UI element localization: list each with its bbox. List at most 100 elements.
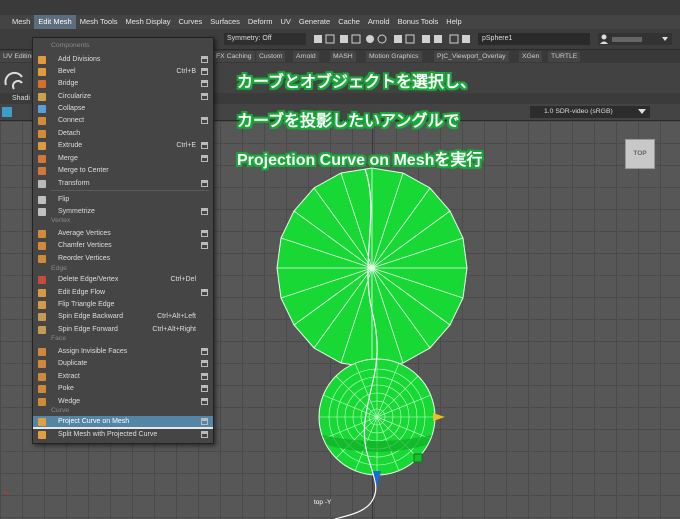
title-strip (0, 0, 680, 15)
option-box-icon[interactable] (201, 373, 208, 380)
option-box-icon[interactable] (201, 93, 208, 100)
menu-item-edit-edge-flow[interactable]: Edit Edge Flow (33, 287, 213, 299)
menu-item-assign-invisible-faces[interactable]: Assign Invisible Faces (33, 346, 213, 358)
option-box-icon[interactable] (201, 208, 208, 215)
menu-item-label: Chamfer Vertices (58, 242, 112, 249)
option-box-icon[interactable] (201, 431, 208, 438)
shelf-tab-turtle[interactable]: TURTLE (548, 51, 581, 62)
menu-item-bridge[interactable]: Bridge (33, 78, 213, 90)
option-box-icon[interactable] (201, 155, 208, 162)
menu-item-shortcut: Ctrl+Alt+Left (157, 313, 196, 320)
menu-item-flip-triangle-edge[interactable]: Flip Triangle Edge (33, 299, 213, 311)
option-box-icon[interactable] (201, 180, 208, 187)
menu-mesh[interactable]: Mesh (8, 15, 34, 29)
shelf-tab-arnold[interactable]: Arnold (293, 51, 319, 62)
menu-bonus-tools[interactable]: Bonus Tools (394, 15, 443, 29)
option-box-icon[interactable] (201, 230, 208, 237)
menu-item-icon (38, 276, 46, 284)
menu-item-merge[interactable]: Merge (33, 153, 213, 165)
menu-item-bevel[interactable]: Bevel Ctrl+B (33, 66, 213, 78)
view-cube[interactable]: TOP (625, 139, 655, 169)
menu-uv[interactable]: UV (276, 15, 294, 29)
viewport-menu-shading[interactable]: Shadi (12, 93, 30, 104)
menu-item-transform[interactable]: Transform (33, 178, 213, 190)
menu-item-icon (38, 326, 46, 334)
viewport-tool-icon[interactable] (2, 107, 12, 117)
menu-item-add-divisions[interactable]: Add Divisions (33, 54, 213, 66)
menu-item-label: Merge to Center (58, 167, 109, 174)
menu-item-average-vertices[interactable]: Average Vertices (33, 228, 213, 240)
menu-item-duplicate[interactable]: Duplicate (33, 358, 213, 370)
menu-cache[interactable]: Cache (334, 15, 364, 29)
menu-item-icon (38, 385, 46, 393)
menu-mesh-display[interactable]: Mesh Display (122, 15, 175, 29)
menu-item-split-mesh-with-projected-curve[interactable]: Split Mesh with Projected Curve (33, 429, 213, 441)
menu-item-label: Merge (58, 155, 78, 162)
menu-curves[interactable]: Curves (175, 15, 207, 29)
symmetry-dropdown[interactable]: Symmetry: Off (224, 33, 306, 45)
menu-item-label: Connect (58, 117, 85, 124)
option-box-icon[interactable] (201, 142, 208, 149)
menu-edit-mesh[interactable]: Edit Mesh (34, 15, 76, 29)
option-box-icon[interactable] (201, 418, 208, 425)
menu-item-extrude[interactable]: Extrude Ctrl+E (33, 140, 213, 152)
snap-icons (314, 34, 474, 46)
menu-item-delete-edge-vertex[interactable]: Delete Edge/Vertex Ctrl+Del (33, 274, 213, 286)
flat-disc-mesh (276, 167, 468, 369)
menu-item-icon (38, 431, 46, 439)
menu-item-label: Split Mesh with Projected Curve (58, 431, 158, 438)
menu-surfaces[interactable]: Surfaces (206, 15, 244, 29)
option-box-icon[interactable] (201, 80, 208, 87)
menu-item-icon (38, 80, 46, 88)
option-box-icon[interactable] (201, 289, 208, 296)
shelf-tab-fx-caching[interactable]: FX Caching (213, 51, 255, 62)
menu-item-icon (38, 418, 46, 426)
menu-arnold[interactable]: Arnold (364, 15, 394, 29)
menu-generate[interactable]: Generate (295, 15, 334, 29)
option-box-icon[interactable] (201, 56, 208, 63)
menu-divider (51, 190, 209, 191)
menu-item-detach[interactable]: Detach (33, 128, 213, 140)
color-space-dropdown[interactable]: 1.0 SDR-video (sRGB) (530, 106, 650, 118)
option-box-icon[interactable] (201, 398, 208, 405)
shelf-tab-viewport-overlay[interactable]: P|C_Viewport_Overlay (434, 51, 509, 62)
menu-item-label: Detach (58, 130, 81, 137)
shelf-tab-xgen[interactable]: XGen (519, 51, 543, 62)
option-box-icon[interactable] (201, 360, 208, 367)
user-account-icon[interactable] (598, 33, 672, 45)
menu-item-circularize[interactable]: Circularize (33, 91, 213, 103)
menu-item-icon (38, 398, 46, 406)
shelf-tab-custom[interactable]: Custom (256, 51, 286, 62)
option-box-icon[interactable] (201, 348, 208, 355)
menu-item-chamfer-vertices[interactable]: Chamfer Vertices (33, 240, 213, 252)
section-edge: Edge (51, 265, 67, 272)
menu-item-connect[interactable]: Connect (33, 115, 213, 127)
object-name-field[interactable]: pSphere1 (478, 33, 590, 45)
menu-item-extract[interactable]: Extract (33, 371, 213, 383)
menu-item-icon (38, 208, 46, 216)
menu-item-label: Spin Edge Forward (58, 326, 118, 333)
menu-deform[interactable]: Deform (244, 15, 277, 29)
option-box-icon[interactable] (201, 68, 208, 75)
manipulator-x-axis (433, 413, 445, 421)
shelf-tab-motion-graphics[interactable]: Motion Graphics (366, 51, 422, 62)
menu-item-spin-edge-backward[interactable]: Spin Edge Backward Ctrl+Alt+Left (33, 311, 213, 323)
menu-item-icon (38, 68, 46, 76)
menu-item-icon (38, 289, 46, 297)
shelf-tab-mash[interactable]: MASH (330, 51, 356, 62)
edit-mesh-dropdown-menu: Components Add Divisions Bevel Ctrl+B Bridg… (32, 37, 214, 444)
menu-item-label: Edit Edge Flow (58, 289, 106, 296)
option-box-icon[interactable] (201, 385, 208, 392)
option-box-icon[interactable] (201, 117, 208, 124)
menu-item-collapse[interactable]: Collapse (33, 103, 213, 115)
menu-item-shortcut: Ctrl+Del (170, 276, 196, 283)
menu-mesh-tools[interactable]: Mesh Tools (76, 15, 122, 29)
menu-item-poke[interactable]: Poke (33, 383, 213, 395)
menu-item-flip[interactable]: Flip (33, 194, 213, 206)
option-box-icon[interactable] (201, 242, 208, 249)
menu-item-merge-to-center[interactable]: Merge to Center (33, 165, 213, 177)
menu-help[interactable]: Help (442, 15, 465, 29)
menu-item-icon (38, 348, 46, 356)
menu-item-icon (38, 56, 46, 64)
menu-item-icon (38, 196, 46, 204)
